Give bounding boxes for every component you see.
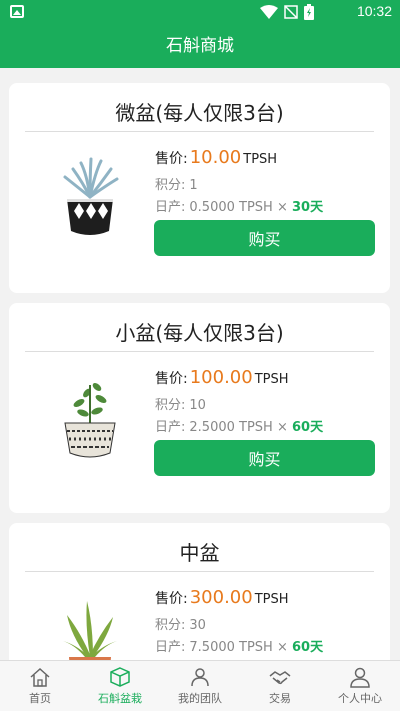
daily-label: 日产:: [155, 640, 186, 655]
team-icon: [191, 668, 209, 687]
divider: [25, 131, 374, 132]
product-title: 中盆: [179, 541, 220, 565]
divider: [25, 571, 374, 572]
price-value: 300.00: [189, 587, 253, 608]
days-value: 60天: [292, 640, 324, 655]
score-label: 积分:: [155, 398, 186, 413]
days-value: 60天: [292, 420, 324, 435]
score-row: 积分: 1: [155, 174, 198, 193]
status-bar: 10:32: [0, 0, 400, 24]
times-sign: ×: [276, 420, 288, 435]
price-value: 100.00: [189, 367, 253, 388]
tab-team[interactable]: 我的团队: [160, 661, 240, 711]
tab-label: 石斛盆栽: [98, 692, 142, 705]
product-card: 中盆 售价: 300.00 TPSH 积分: 30 日产: 7.5000 TPSH × …: [9, 523, 390, 660]
buy-button[interactable]: 购买: [154, 220, 375, 256]
tab-trade[interactable]: 交易: [240, 661, 320, 711]
succulent-plant-icon: [63, 157, 119, 235]
tab-label: 首页: [29, 692, 51, 705]
buy-button[interactable]: 购买: [154, 440, 375, 476]
bottom-tab-bar: 首页 石斛盆栽 我的团队 交易 个人中心: [0, 660, 400, 711]
handshake-icon: [269, 671, 291, 685]
price-value: 10.00: [189, 147, 242, 168]
price-row: 售价: 100.00 TPSH: [155, 367, 289, 388]
price-label: 售价:: [155, 371, 188, 387]
tab-home[interactable]: 首页: [0, 661, 80, 711]
daily-output-row: 日产: 0.5000 TPSH × 30天: [155, 196, 323, 215]
person-icon: [350, 667, 370, 688]
score-label: 积分:: [155, 178, 186, 193]
score-value: 10: [189, 398, 206, 413]
page-title: 石斛商城: [0, 24, 400, 68]
small-leaf-plant-icon: [64, 383, 116, 458]
box-icon: [110, 667, 130, 687]
times-sign: ×: [276, 640, 288, 655]
home-icon: [30, 667, 50, 687]
daily-label: 日产:: [155, 200, 186, 215]
price-row: 售价: 10.00 TPSH: [155, 147, 277, 168]
tab-label: 我的团队: [178, 692, 222, 705]
divider: [25, 351, 374, 352]
score-value: 1: [189, 178, 198, 193]
score-row: 积分: 30: [155, 614, 206, 633]
price-label: 售价:: [155, 151, 188, 167]
tab-profile[interactable]: 个人中心: [320, 661, 400, 711]
price-row: 售价: 300.00 TPSH: [155, 587, 289, 608]
clock: 10:32: [356, 3, 392, 19]
wifi-icon: [260, 5, 278, 19]
score-value: 30: [189, 618, 206, 633]
tab-label: 交易: [269, 692, 291, 705]
price-unit: TPSH: [254, 592, 289, 607]
daily-amount: 7.5000 TPSH: [189, 640, 273, 655]
tab-label: 个人中心: [338, 692, 382, 705]
daily-amount: 0.5000 TPSH: [189, 200, 273, 215]
product-card: 微盆(每人仅限3台) 售价: 10.00 TPSH 积分: 1 日产: 0.5000 T…: [9, 83, 390, 293]
daily-output-row: 日产: 2.5000 TPSH × 60天: [155, 416, 323, 435]
daily-output-row: 日产: 7.5000 TPSH × 60天: [155, 636, 323, 655]
product-list[interactable]: 微盆(每人仅限3台) 售价: 10.00 TPSH 积分: 1 日产: 0.5000 T…: [0, 68, 400, 660]
product-title: 小盆(每人仅限3台): [115, 321, 284, 345]
price-unit: TPSH: [243, 152, 278, 167]
times-sign: ×: [276, 200, 288, 215]
daily-amount: 2.5000 TPSH: [189, 420, 273, 435]
tab-plants[interactable]: 石斛盆栽: [80, 661, 160, 711]
no-signal-icon: [284, 5, 298, 19]
system-icons: [260, 4, 314, 20]
daily-label: 日产:: [155, 420, 186, 435]
product-title: 微盆(每人仅限3台): [115, 101, 284, 125]
score-label: 积分:: [155, 618, 186, 633]
price-label: 售价:: [155, 591, 188, 607]
price-unit: TPSH: [254, 372, 289, 387]
aloe-plant-icon: [63, 601, 117, 660]
days-value: 30天: [292, 200, 324, 215]
score-row: 积分: 10: [155, 394, 206, 413]
battery-charging-icon: [304, 4, 314, 20]
product-card: 小盆(每人仅限3台) 售价: 100.00 TPSH 积分: 10 日产: 2.5000…: [9, 303, 390, 513]
image-notification-icon: [10, 5, 24, 18]
